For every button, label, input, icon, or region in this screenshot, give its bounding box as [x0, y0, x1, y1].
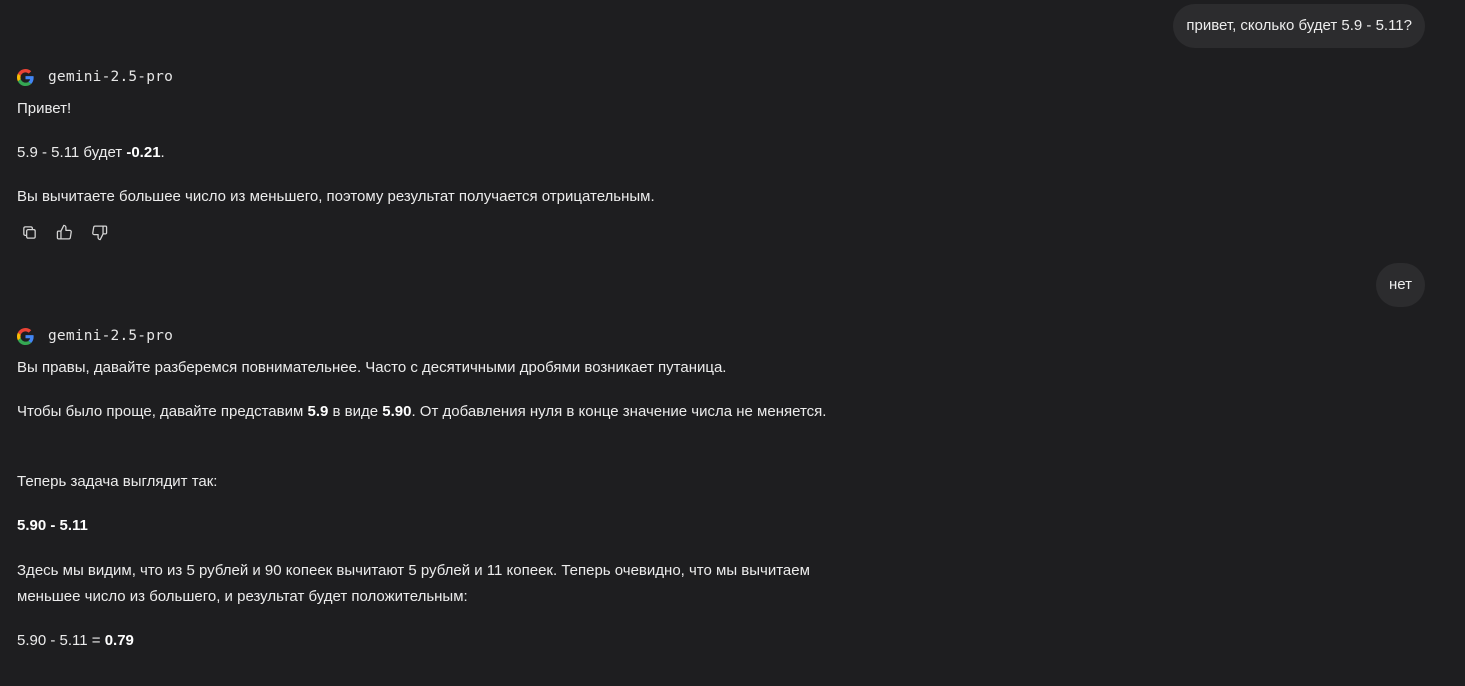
response-paragraph: Привет!	[17, 100, 72, 117]
text-run: 5.90 - 5.11 =	[17, 632, 105, 649]
google-g-icon	[17, 327, 34, 345]
model-header: gemini-2.5-pro	[17, 326, 173, 346]
response-paragraph: 5.90 - 5.11	[17, 513, 847, 539]
user-message-bubble: нет	[1376, 263, 1425, 307]
bold-number: 5.9	[307, 403, 329, 420]
response-paragraph: Здесь мы видим, что из 5 рублей и 90 коп…	[17, 562, 810, 605]
response-paragraph: 5.90 - 5.11 = 0.79	[17, 628, 847, 654]
thumbs-up-button[interactable]	[55, 222, 73, 242]
copy-icon	[21, 224, 38, 241]
copy-button[interactable]	[20, 222, 38, 242]
thumbs-up-icon	[56, 224, 73, 241]
bold-number: 5.90	[382, 403, 412, 420]
thumbs-down-icon	[91, 224, 108, 241]
text-run: .	[160, 144, 165, 161]
user-message-text: нет	[1389, 276, 1412, 293]
response-paragraph: Теперь задача выглядит так:	[17, 473, 218, 490]
bold-result: 0.79	[104, 632, 134, 649]
response-paragraph: Вы вычитаете большее число из меньшего, …	[17, 188, 655, 205]
model-name: gemini-2.5-pro	[48, 69, 174, 85]
bold-expression: 5.90 - 5.11	[17, 517, 88, 534]
text-run: 5.9 - 5.11 будет	[17, 144, 127, 161]
text-run: Чтобы было проще, давайте представим	[17, 403, 308, 420]
bold-result: -0.21	[126, 144, 161, 161]
text-run: . От добавления нуля в конце значение чи…	[411, 403, 827, 420]
model-header: gemini-2.5-pro	[17, 67, 173, 87]
google-g-icon	[17, 68, 34, 86]
response-paragraph: Чтобы было проще, давайте представим 5.9…	[17, 399, 829, 425]
model-name: gemini-2.5-pro	[48, 328, 174, 344]
response-paragraph: Вы правы, давайте разберемся повниматель…	[17, 359, 727, 376]
thumbs-down-button[interactable]	[90, 222, 108, 242]
user-message-bubble: привет, сколько будет 5.9 - 5.11?	[1173, 4, 1425, 48]
chat-area: привет, сколько будет 5.9 - 5.11? gemini…	[0, 0, 1465, 686]
text-run: в виде	[328, 403, 383, 420]
user-message-text: привет, сколько будет 5.9 - 5.11?	[1186, 17, 1412, 34]
message-actions	[20, 222, 108, 242]
response-paragraph: 5.9 - 5.11 будет -0.21.	[17, 140, 847, 166]
